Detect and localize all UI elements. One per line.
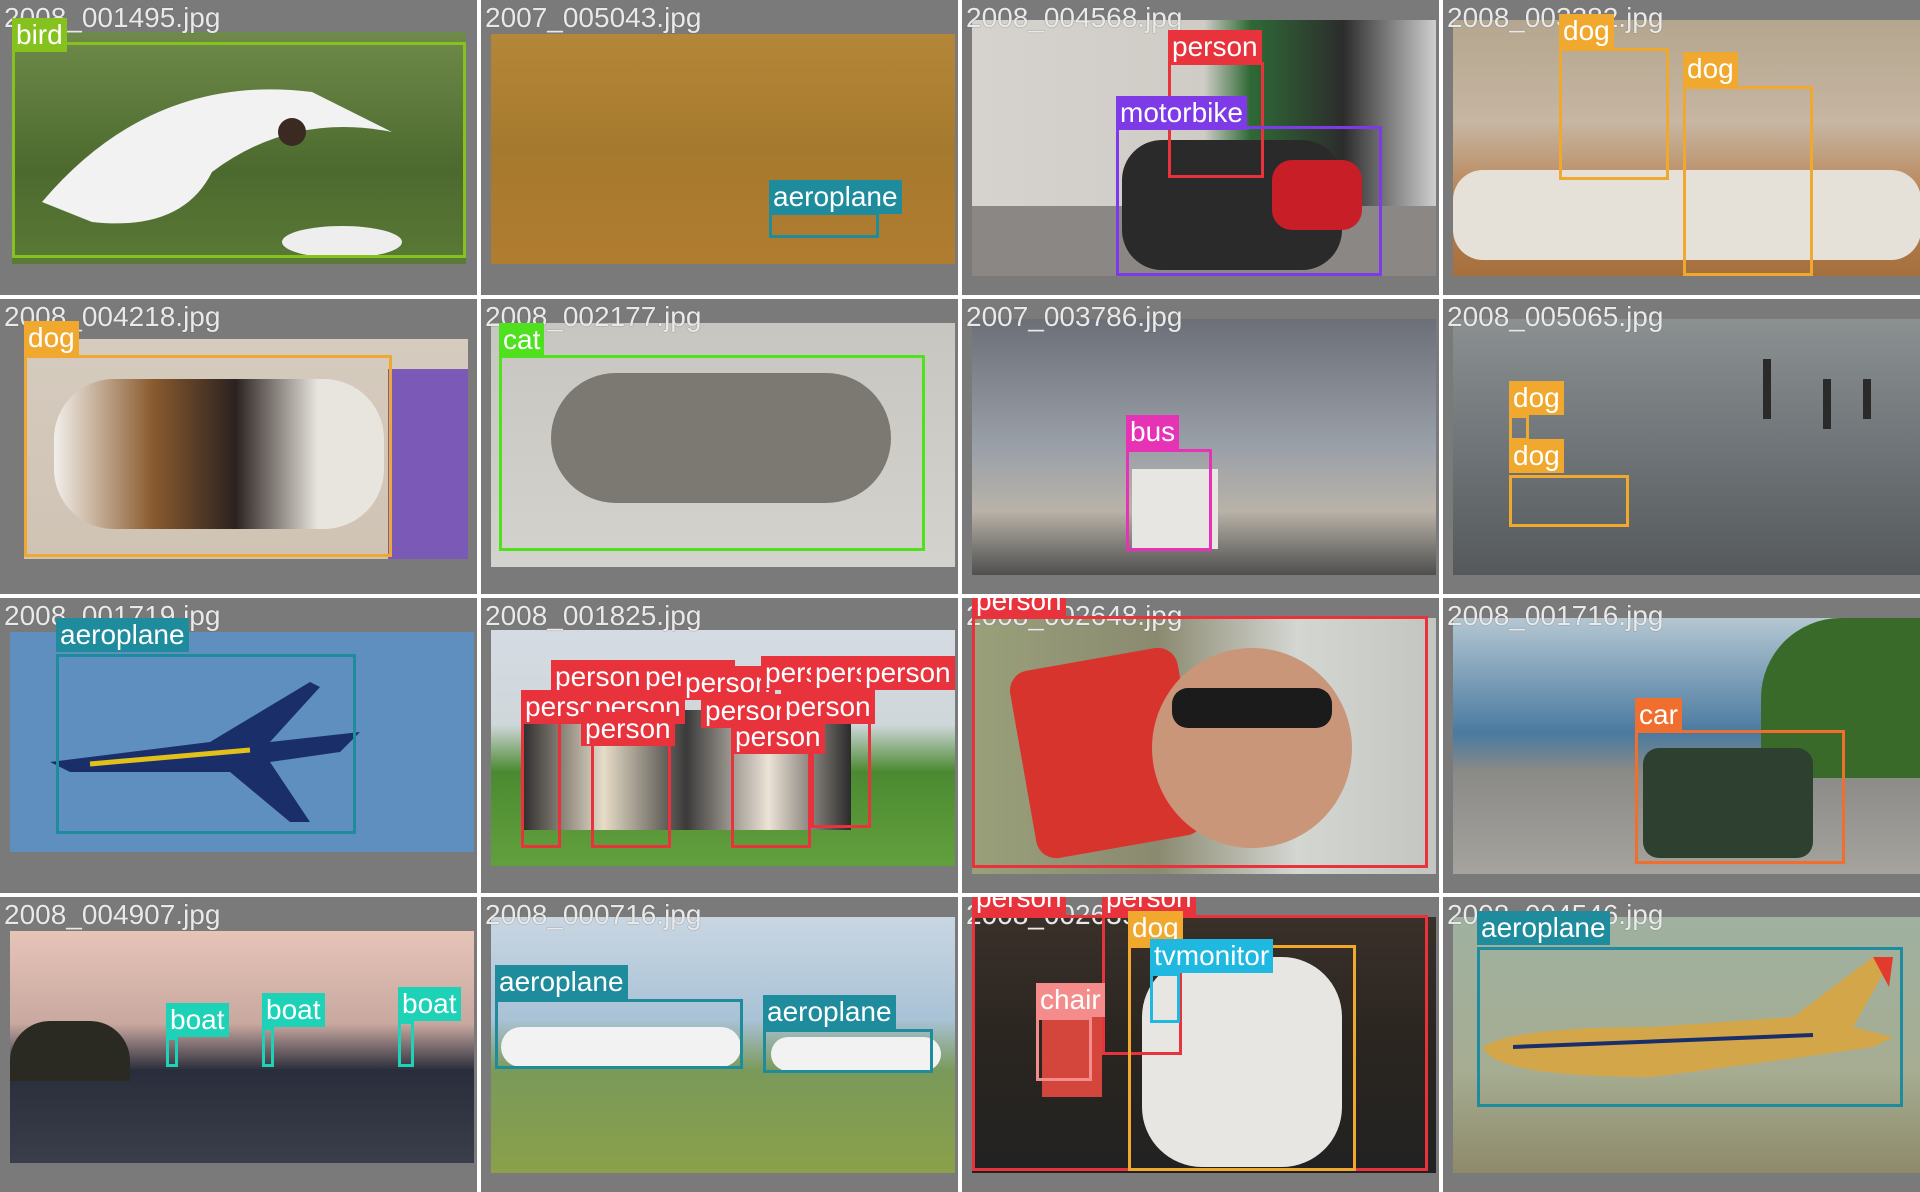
filename: 2008_001716.jpg [1447, 600, 1664, 631]
detection-mosaic: 2008_001495.jpg bird 2007_005043.jpg aer… [0, 0, 1920, 1192]
filename: 2008_004907.jpg [4, 899, 221, 930]
image-tile[interactable]: 2008_001719.jpg aeroplane [0, 598, 477, 893]
bbox [769, 212, 879, 238]
image-tile[interactable]: 2008_000716.jpg aeroplane aeroplane [481, 897, 958, 1192]
bbox [591, 728, 671, 848]
class-label: person [581, 712, 675, 746]
class-label: dog [1683, 52, 1738, 86]
bbox [56, 654, 356, 834]
image-tile[interactable]: 2007_003786.jpg bus [962, 299, 1439, 594]
bbox [1477, 947, 1903, 1107]
image-tile[interactable]: 2008_001825.jpg person person person per… [481, 598, 958, 893]
filename: 2008_000716.jpg [485, 899, 702, 930]
bbox [495, 999, 743, 1069]
image-tile[interactable]: 2008_002177.jpg cat [481, 299, 958, 594]
filename: 2007_005043.jpg [485, 2, 702, 33]
class-label: aeroplane [495, 965, 628, 999]
class-label: dog [1509, 439, 1564, 473]
bbox [1150, 973, 1180, 1023]
class-label: motorbike [1116, 96, 1247, 130]
bbox [1116, 126, 1382, 276]
image-tile[interactable]: 2008_004907.jpg boat boat boat [0, 897, 477, 1192]
image-tile[interactable]: 2008_002639.jpg person person dog tvmoni… [962, 897, 1439, 1192]
bbox [262, 1027, 274, 1067]
image-tile[interactable]: 2008_001495.jpg bird [0, 0, 477, 295]
filename: 2007_003786.jpg [966, 301, 1183, 332]
class-label: tvmonitor [1150, 939, 1274, 973]
class-label: dog [24, 321, 79, 355]
bbox [1559, 48, 1669, 180]
bbox [1126, 449, 1212, 551]
image-tile[interactable]: 2008_002648.jpg person [962, 598, 1439, 893]
image-tile[interactable]: 2008_005065.jpg dog dog [1443, 299, 1920, 594]
bbox [763, 1029, 933, 1073]
class-label: aeroplane [769, 180, 902, 214]
class-label: person [972, 897, 1066, 915]
bbox [1635, 730, 1845, 864]
class-label: person [551, 660, 645, 694]
filename: 2008_003382.jpg [1447, 2, 1664, 33]
class-label: car [1635, 698, 1682, 732]
class-label: aeroplane [763, 995, 896, 1029]
photo [491, 34, 955, 264]
filename: 2008_001825.jpg [485, 600, 702, 631]
bbox [398, 1021, 414, 1067]
class-label: person [1168, 30, 1262, 64]
filename: 2008_005065.jpg [1447, 301, 1664, 332]
image-tile[interactable]: 2008_001716.jpg car [1443, 598, 1920, 893]
class-label: chair [1036, 983, 1105, 1017]
class-label: dog [1559, 14, 1614, 48]
bbox [1509, 475, 1629, 527]
class-label: person [781, 690, 875, 724]
class-label: boat [262, 993, 325, 1027]
class-label: boat [398, 987, 461, 1021]
class-label: person [972, 598, 1066, 618]
class-label: aeroplane [1477, 911, 1610, 945]
bbox [24, 355, 392, 557]
class-label: person [731, 720, 825, 754]
bbox [972, 616, 1428, 868]
bbox [1036, 1017, 1092, 1081]
bbox [1683, 86, 1813, 276]
class-label: cat [499, 323, 545, 357]
class-label: boat [166, 1003, 229, 1037]
image-tile[interactable]: 2008_004218.jpg dog [0, 299, 477, 594]
class-label: aeroplane [56, 618, 189, 652]
image-tile[interactable]: 2008_004546.jpg aeroplane [1443, 897, 1920, 1192]
class-label: bus [1126, 415, 1180, 449]
image-tile[interactable]: 2007_005043.jpg aeroplane [481, 0, 958, 295]
image-tile[interactable]: 2008_003382.jpg dog dog [1443, 0, 1920, 295]
bbox [166, 1037, 178, 1067]
bbox [499, 355, 925, 551]
image-tile[interactable]: 2008_004568.jpg person motorbike [962, 0, 1439, 295]
class-label: bird [12, 18, 67, 52]
class-label: person [861, 656, 955, 690]
bbox [1509, 415, 1529, 441]
bbox [12, 42, 466, 258]
bbox [521, 708, 561, 848]
filename: 2008_004568.jpg [966, 2, 1183, 33]
class-label: dog [1509, 381, 1564, 415]
